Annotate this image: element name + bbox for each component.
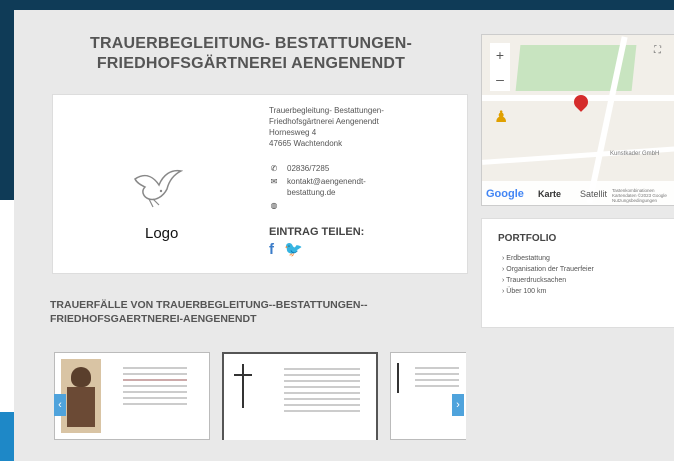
- page-title-line: FRIEDHOFSGÄRTNEREI AENGENENDT: [96, 55, 406, 72]
- portfolio-list: Erdbestattung Organisation der Trauerfei…: [502, 253, 594, 297]
- carousel-prev-button[interactable]: ‹: [54, 394, 66, 416]
- address-line: Trauerbegleitung- Bestattungen-: [269, 106, 384, 115]
- text-line: [284, 392, 360, 394]
- chevron-right-icon: ›: [456, 399, 460, 411]
- portfolio-item: Erdbestattung: [502, 253, 594, 264]
- portfolio-item: Über 100 km: [502, 286, 594, 297]
- text-line: [123, 403, 187, 405]
- address-line: Friedhofsgärtnerei Aengenendt: [269, 117, 379, 126]
- obituary-carousel[interactable]: ‹ ›: [50, 348, 466, 440]
- map-type-satellite-button[interactable]: Satellit: [580, 189, 607, 199]
- text-line: [284, 404, 360, 406]
- text-line: [415, 367, 459, 369]
- text-line: [123, 367, 187, 369]
- text-line: [284, 380, 360, 382]
- social-share: f 🐦: [269, 242, 459, 257]
- logo-area: Logo: [53, 95, 263, 273]
- zoom-in-button[interactable]: +: [490, 43, 510, 67]
- phone-icon: ✆: [270, 164, 278, 173]
- cross-icon: [397, 363, 399, 393]
- location-map[interactable]: + – ⛶ ♟ Kunstkader GmbH Google Karte Sat…: [481, 34, 674, 206]
- map-place-label: Kunstkader GmbH: [610, 151, 660, 157]
- text-line: [123, 385, 187, 387]
- business-card: Logo Trauerbegleitung- Bestattungen- Fri…: [52, 94, 468, 274]
- address-line: Hornesweg 4: [269, 128, 317, 137]
- page-title: TRAUERBEGLEITUNG- BESTATTUNGEN- FRIEDHOF…: [36, 34, 466, 74]
- text-line: [284, 386, 360, 388]
- phone-row[interactable]: ✆ 02836/7285: [269, 163, 459, 174]
- text-line: [415, 379, 459, 381]
- left-stripe: [0, 200, 14, 412]
- map-type-map-button[interactable]: Karte: [538, 189, 561, 199]
- page: TRAUERBEGLEITUNG- BESTATTUNGEN- FRIEDHOF…: [14, 10, 674, 461]
- left-stripe: [0, 0, 14, 200]
- google-logo: Google: [486, 188, 524, 200]
- contact-list: ✆ 02836/7285 ✉ kontakt@aengenendt-bestat…: [269, 163, 459, 211]
- obituary-text: [115, 363, 195, 409]
- obituary-card[interactable]: [222, 352, 378, 440]
- map-footer: Google Karte Satellit Tastenkombinatione…: [482, 181, 674, 205]
- logo-label: Logo: [145, 225, 179, 242]
- obituary-text: [276, 364, 368, 416]
- portfolio-item: Organisation der Trauerfeier: [502, 264, 594, 275]
- email-row[interactable]: ✉ kontakt@aengenendt-bestattung.de: [269, 176, 459, 198]
- address-line: 47665 Wachtendonk: [269, 139, 343, 148]
- dove-logo-icon: [134, 169, 183, 208]
- section-title-line: FRIEDHOFSGAERTNEREI-AENGENENDT: [50, 313, 257, 325]
- text-line: [284, 398, 360, 400]
- portrait-body: [67, 387, 95, 427]
- section-title: TRAUERFÄLLE VON TRAUERBEGLEITUNG--BESTAT…: [50, 298, 470, 326]
- portrait-head: [71, 367, 91, 387]
- text-line: [415, 373, 459, 375]
- obituary-text: [407, 363, 466, 391]
- page-title-line: TRAUERBEGLEITUNG- BESTATTUNGEN-: [89, 35, 413, 52]
- street-view-pegman-icon[interactable]: ♟: [494, 107, 508, 127]
- obituary-card[interactable]: [54, 352, 210, 440]
- facebook-icon[interactable]: f: [269, 242, 274, 257]
- phone-number[interactable]: 02836/7285: [287, 163, 329, 174]
- cross-icon: [234, 374, 252, 376]
- portfolio-title: PORTFOLIO: [498, 233, 557, 244]
- portfolio-item: Trauerdrucksachen: [502, 275, 594, 286]
- address-block: Trauerbegleitung- Bestattungen- Friedhof…: [269, 105, 459, 149]
- text-line: [123, 373, 187, 375]
- chevron-left-icon: ‹: [58, 399, 62, 411]
- text-line: [415, 385, 459, 387]
- text-line: [284, 374, 360, 376]
- twitter-icon[interactable]: 🐦: [284, 242, 303, 257]
- website-row[interactable]: ◍: [269, 200, 459, 211]
- envelope-icon: ✉: [270, 177, 278, 186]
- left-stripe: [0, 412, 14, 461]
- share-title: EINTRAG TEILEN:: [269, 226, 365, 238]
- contact-info: Trauerbegleitung- Bestattungen- Friedhof…: [269, 105, 459, 257]
- saint-image: [61, 359, 101, 433]
- map-zoom-control: + –: [490, 43, 510, 91]
- text-line: [284, 368, 360, 370]
- cross-icon: [242, 364, 244, 408]
- globe-icon: ◍: [270, 201, 278, 210]
- text-line: [123, 397, 187, 399]
- email-link[interactable]: kontakt@aengenendt-bestattung.de: [287, 176, 397, 198]
- text-line: [284, 410, 360, 412]
- text-line: [123, 379, 187, 381]
- zoom-out-button[interactable]: –: [490, 67, 510, 91]
- top-bar: [0, 0, 674, 10]
- section-title-line: TRAUERFÄLLE VON TRAUERBEGLEITUNG--BESTAT…: [50, 299, 368, 311]
- portfolio-box: PORTFOLIO Erdbestattung Organisation der…: [481, 218, 674, 328]
- fullscreen-button[interactable]: ⛶: [654, 45, 661, 56]
- carousel-next-button[interactable]: ›: [452, 394, 464, 416]
- text-line: [123, 391, 187, 393]
- map-credit: Tastenkombinationen Kartendaten ©2023 Go…: [612, 188, 667, 203]
